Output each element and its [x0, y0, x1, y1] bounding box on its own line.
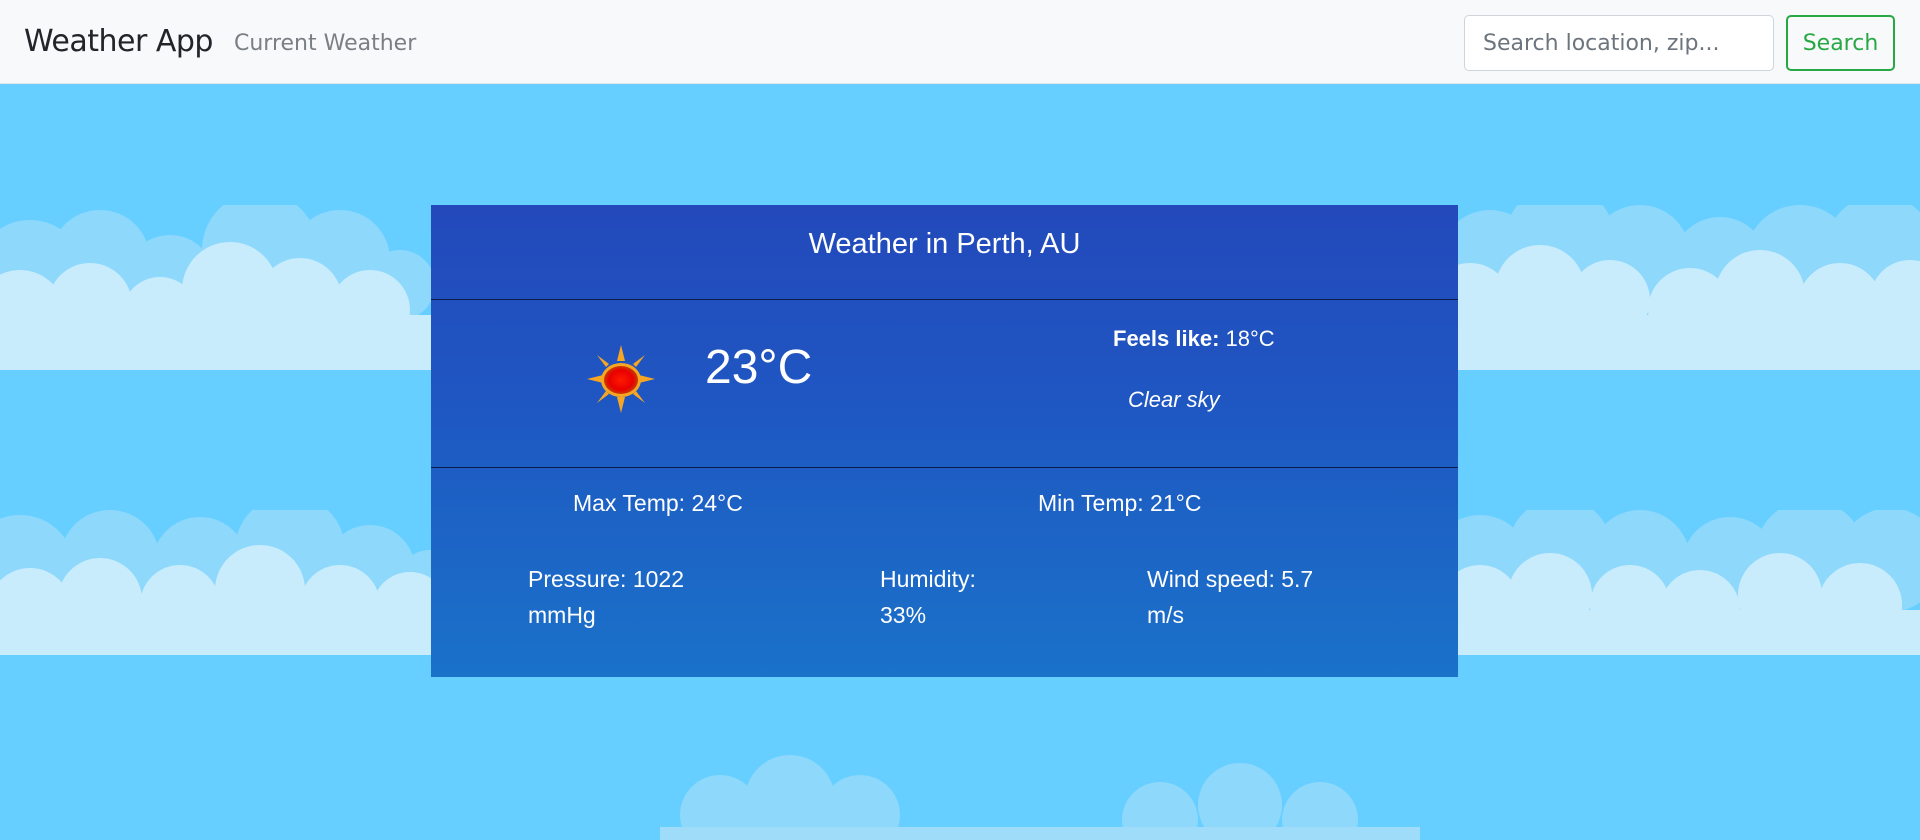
search-button[interactable]: Search	[1786, 15, 1895, 71]
nav-link-current-weather[interactable]: Current Weather	[234, 31, 416, 56]
current-conditions: 23°C Feels like: 18°C Clear sky	[431, 300, 1458, 468]
weather-title: Weather in Perth, AU	[431, 205, 1458, 300]
pressure: Pressure: 1022 mmHg	[528, 561, 684, 633]
weather-card: Weather in Perth, AU 23°C Feels like: 18…	[431, 205, 1458, 677]
humidity: Humidity: 33%	[880, 561, 976, 633]
pressure-value: Pressure: 1022	[528, 566, 684, 592]
max-temp: Max Temp: 24°C	[573, 490, 743, 516]
wind-speed-value: Wind speed: 5.7	[1147, 566, 1314, 592]
humidity-value: 33%	[880, 602, 927, 628]
pressure-unit: mmHg	[528, 602, 596, 628]
min-temp: Min Temp: 21°C	[1038, 490, 1202, 516]
sun-icon	[587, 345, 655, 413]
humidity-label: Humidity:	[880, 566, 976, 592]
clouds-band-bottom	[660, 755, 1420, 840]
navbar: Weather App Current Weather Search	[0, 0, 1920, 84]
feels-like-label: Feels like:	[1113, 326, 1220, 351]
wind-speed: Wind speed: 5.7 m/s	[1147, 561, 1313, 633]
weather-description: Clear sky	[1128, 387, 1220, 412]
feels-like: Feels like: 18°C	[1113, 326, 1275, 352]
wind-speed-unit: m/s	[1147, 602, 1185, 628]
search-input[interactable]	[1464, 15, 1774, 71]
brand-link[interactable]: Weather App	[24, 24, 213, 59]
current-temperature: 23°C	[705, 341, 813, 394]
feels-like-value: 18°C	[1225, 326, 1275, 351]
